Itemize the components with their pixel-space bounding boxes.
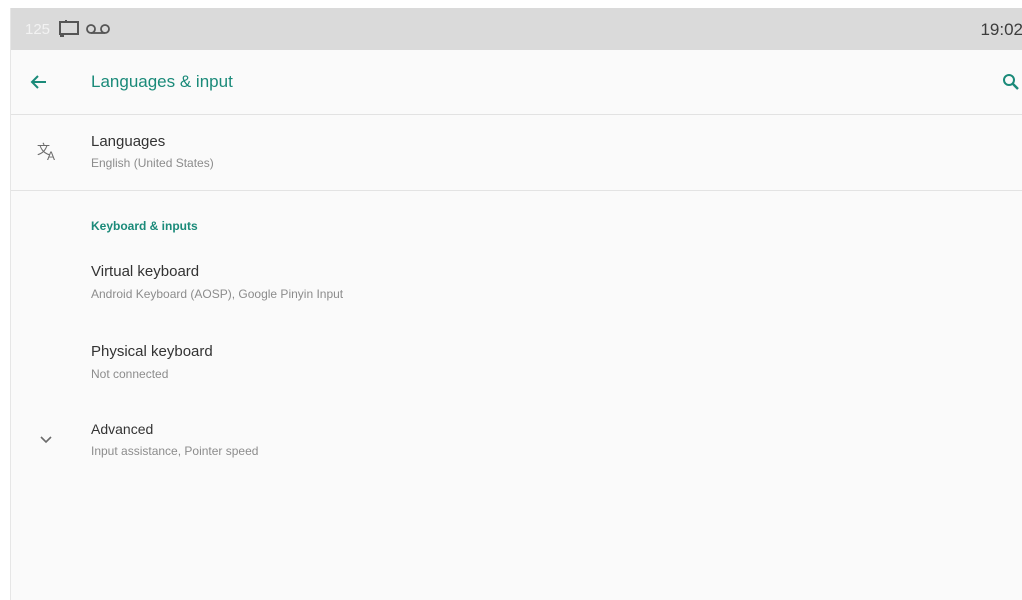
notification-count: 125 — [25, 21, 51, 38]
voicemail-icon — [86, 23, 110, 41]
virtual-keyboard-summary: Android Keyboard (AOSP), Google Pinyin I… — [91, 287, 344, 301]
chevron-down-icon — [39, 432, 53, 450]
arrow-back-icon — [30, 75, 46, 89]
status-time: 19:02 — [980, 20, 1022, 39]
settings-screen: 125 19:02 Languages & input 文 A Language… — [10, 8, 1022, 600]
app-bar: Languages & input — [11, 50, 1022, 115]
status-bar: 125 19:02 — [11, 8, 1022, 50]
page-title: Languages & input — [91, 72, 233, 91]
advanced-row[interactable]: Advanced Input assistance, Pointer speed — [11, 410, 1022, 478]
languages-title: Languages — [91, 133, 166, 150]
virtual-keyboard-title: Virtual keyboard — [91, 263, 200, 280]
translate-icon: 文 A — [37, 141, 59, 168]
screen-cast-icon — [58, 19, 80, 43]
physical-keyboard-row[interactable]: Physical keyboard Not connected — [11, 333, 1022, 401]
advanced-summary: Input assistance, Pointer speed — [91, 444, 259, 458]
svg-text:A: A — [47, 149, 55, 163]
virtual-keyboard-row[interactable]: Virtual keyboard Android Keyboard (AOSP)… — [11, 253, 1022, 321]
advanced-title: Advanced — [91, 421, 154, 437]
back-button[interactable] — [27, 70, 51, 94]
divider — [11, 190, 1022, 191]
search-icon — [1003, 74, 1019, 90]
keyboard-category-header: Keyboard & inputs — [91, 219, 198, 233]
languages-row[interactable]: 文 A Languages English (United States) — [11, 115, 1022, 190]
search-button[interactable] — [1001, 72, 1021, 92]
physical-keyboard-summary: Not connected — [91, 367, 169, 381]
languages-summary: English (United States) — [91, 156, 214, 170]
physical-keyboard-title: Physical keyboard — [91, 343, 213, 360]
